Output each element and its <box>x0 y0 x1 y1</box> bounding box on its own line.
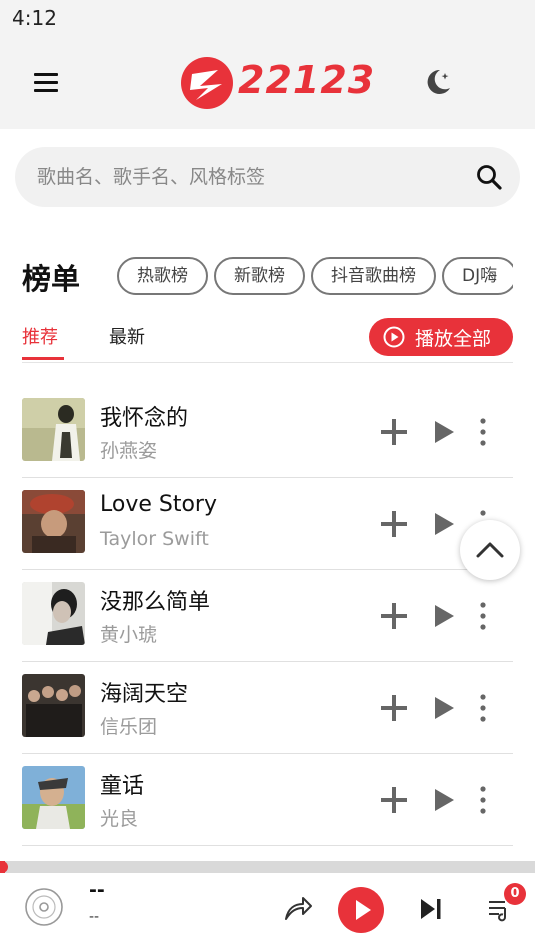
song-artist: Taylor Swift <box>100 528 209 550</box>
queue-count-badge: 0 <box>504 883 526 905</box>
chevron-up-icon <box>476 542 504 558</box>
chip-hot-songs[interactable]: 热歌榜 <box>117 257 208 295</box>
album-cover <box>22 490 85 553</box>
now-playing-artist: -- <box>89 909 100 925</box>
play-button[interactable] <box>338 887 384 933</box>
section-title: 榜单 <box>22 262 81 296</box>
hamburger-icon[interactable] <box>30 68 66 96</box>
add-icon[interactable] <box>378 600 410 632</box>
play-all-button[interactable]: 播放全部 <box>369 318 513 356</box>
song-artist: 黄小琥 <box>100 624 158 646</box>
add-icon[interactable] <box>378 508 410 540</box>
status-time: 4:12 <box>12 6 57 30</box>
album-cover <box>22 398 85 461</box>
song-artist: 光良 <box>100 808 139 830</box>
tabs-divider <box>22 362 513 363</box>
moon-icon[interactable] <box>420 64 456 100</box>
song-artist: 信乐团 <box>100 716 158 738</box>
status-bar: 4:12 <box>0 0 535 36</box>
song-title: Love Story <box>100 492 217 517</box>
song-row[interactable]: Love Story Taylor Swift <box>0 478 535 570</box>
playback-progress-bar[interactable] <box>0 861 535 873</box>
brand-logo: 22123 <box>178 54 374 112</box>
tab-newest[interactable]: 最新 <box>109 323 145 349</box>
more-vertical-icon[interactable] <box>472 784 494 816</box>
share-icon[interactable] <box>282 893 314 923</box>
song-row[interactable]: 没那么简单 黄小琥 <box>0 570 535 662</box>
app-header: 22123 <box>0 36 535 129</box>
search-bar <box>15 147 520 207</box>
brand-z-logo-icon <box>181 57 233 109</box>
song-title: 没那么简单 <box>100 590 211 615</box>
chart-chip-row: 热歌榜 新歌榜 抖音歌曲榜 DJ嗨 <box>117 257 513 297</box>
album-cover <box>22 766 85 829</box>
song-title: 海阔天空 <box>100 682 189 707</box>
tab-recommend[interactable]: 推荐 <box>22 323 58 349</box>
disc-icon[interactable] <box>24 887 64 927</box>
row-divider <box>22 845 513 846</box>
mini-player: -- -- 0 <box>0 873 535 951</box>
album-cover <box>22 674 85 737</box>
song-title: 我怀念的 <box>100 406 189 431</box>
song-artist: 孙燕姿 <box>100 440 158 462</box>
play-icon[interactable] <box>431 695 457 721</box>
chip-douyin-songs[interactable]: 抖音歌曲榜 <box>311 257 436 295</box>
play-all-label: 播放全部 <box>415 328 492 350</box>
chip-dj[interactable]: DJ嗨 <box>442 257 513 295</box>
chip-new-songs[interactable]: 新歌榜 <box>214 257 305 295</box>
progress-knob[interactable] <box>0 861 8 873</box>
play-circle-icon <box>383 326 405 348</box>
play-icon[interactable] <box>431 419 457 445</box>
song-row[interactable]: 我怀念的 孙燕姿 <box>0 386 535 478</box>
tab-active-indicator <box>22 357 64 360</box>
play-icon[interactable] <box>431 511 457 537</box>
add-icon[interactable] <box>378 692 410 724</box>
song-title: 童话 <box>100 774 145 799</box>
search-icon[interactable] <box>475 163 503 191</box>
album-cover <box>22 582 85 645</box>
now-playing-title: -- <box>89 879 105 901</box>
song-row[interactable]: 海阔天空 信乐团 <box>0 662 535 754</box>
more-vertical-icon[interactable] <box>472 692 494 724</box>
search-input[interactable] <box>37 163 457 191</box>
back-to-top-button[interactable] <box>460 520 520 580</box>
play-icon[interactable] <box>431 603 457 629</box>
song-row[interactable]: 童话 光良 <box>0 754 535 846</box>
play-icon[interactable] <box>431 787 457 813</box>
more-vertical-icon[interactable] <box>472 416 494 448</box>
logo-text: 22123 <box>238 58 376 102</box>
add-icon[interactable] <box>378 416 410 448</box>
skip-next-icon[interactable] <box>417 895 445 923</box>
more-vertical-icon[interactable] <box>472 600 494 632</box>
add-icon[interactable] <box>378 784 410 816</box>
